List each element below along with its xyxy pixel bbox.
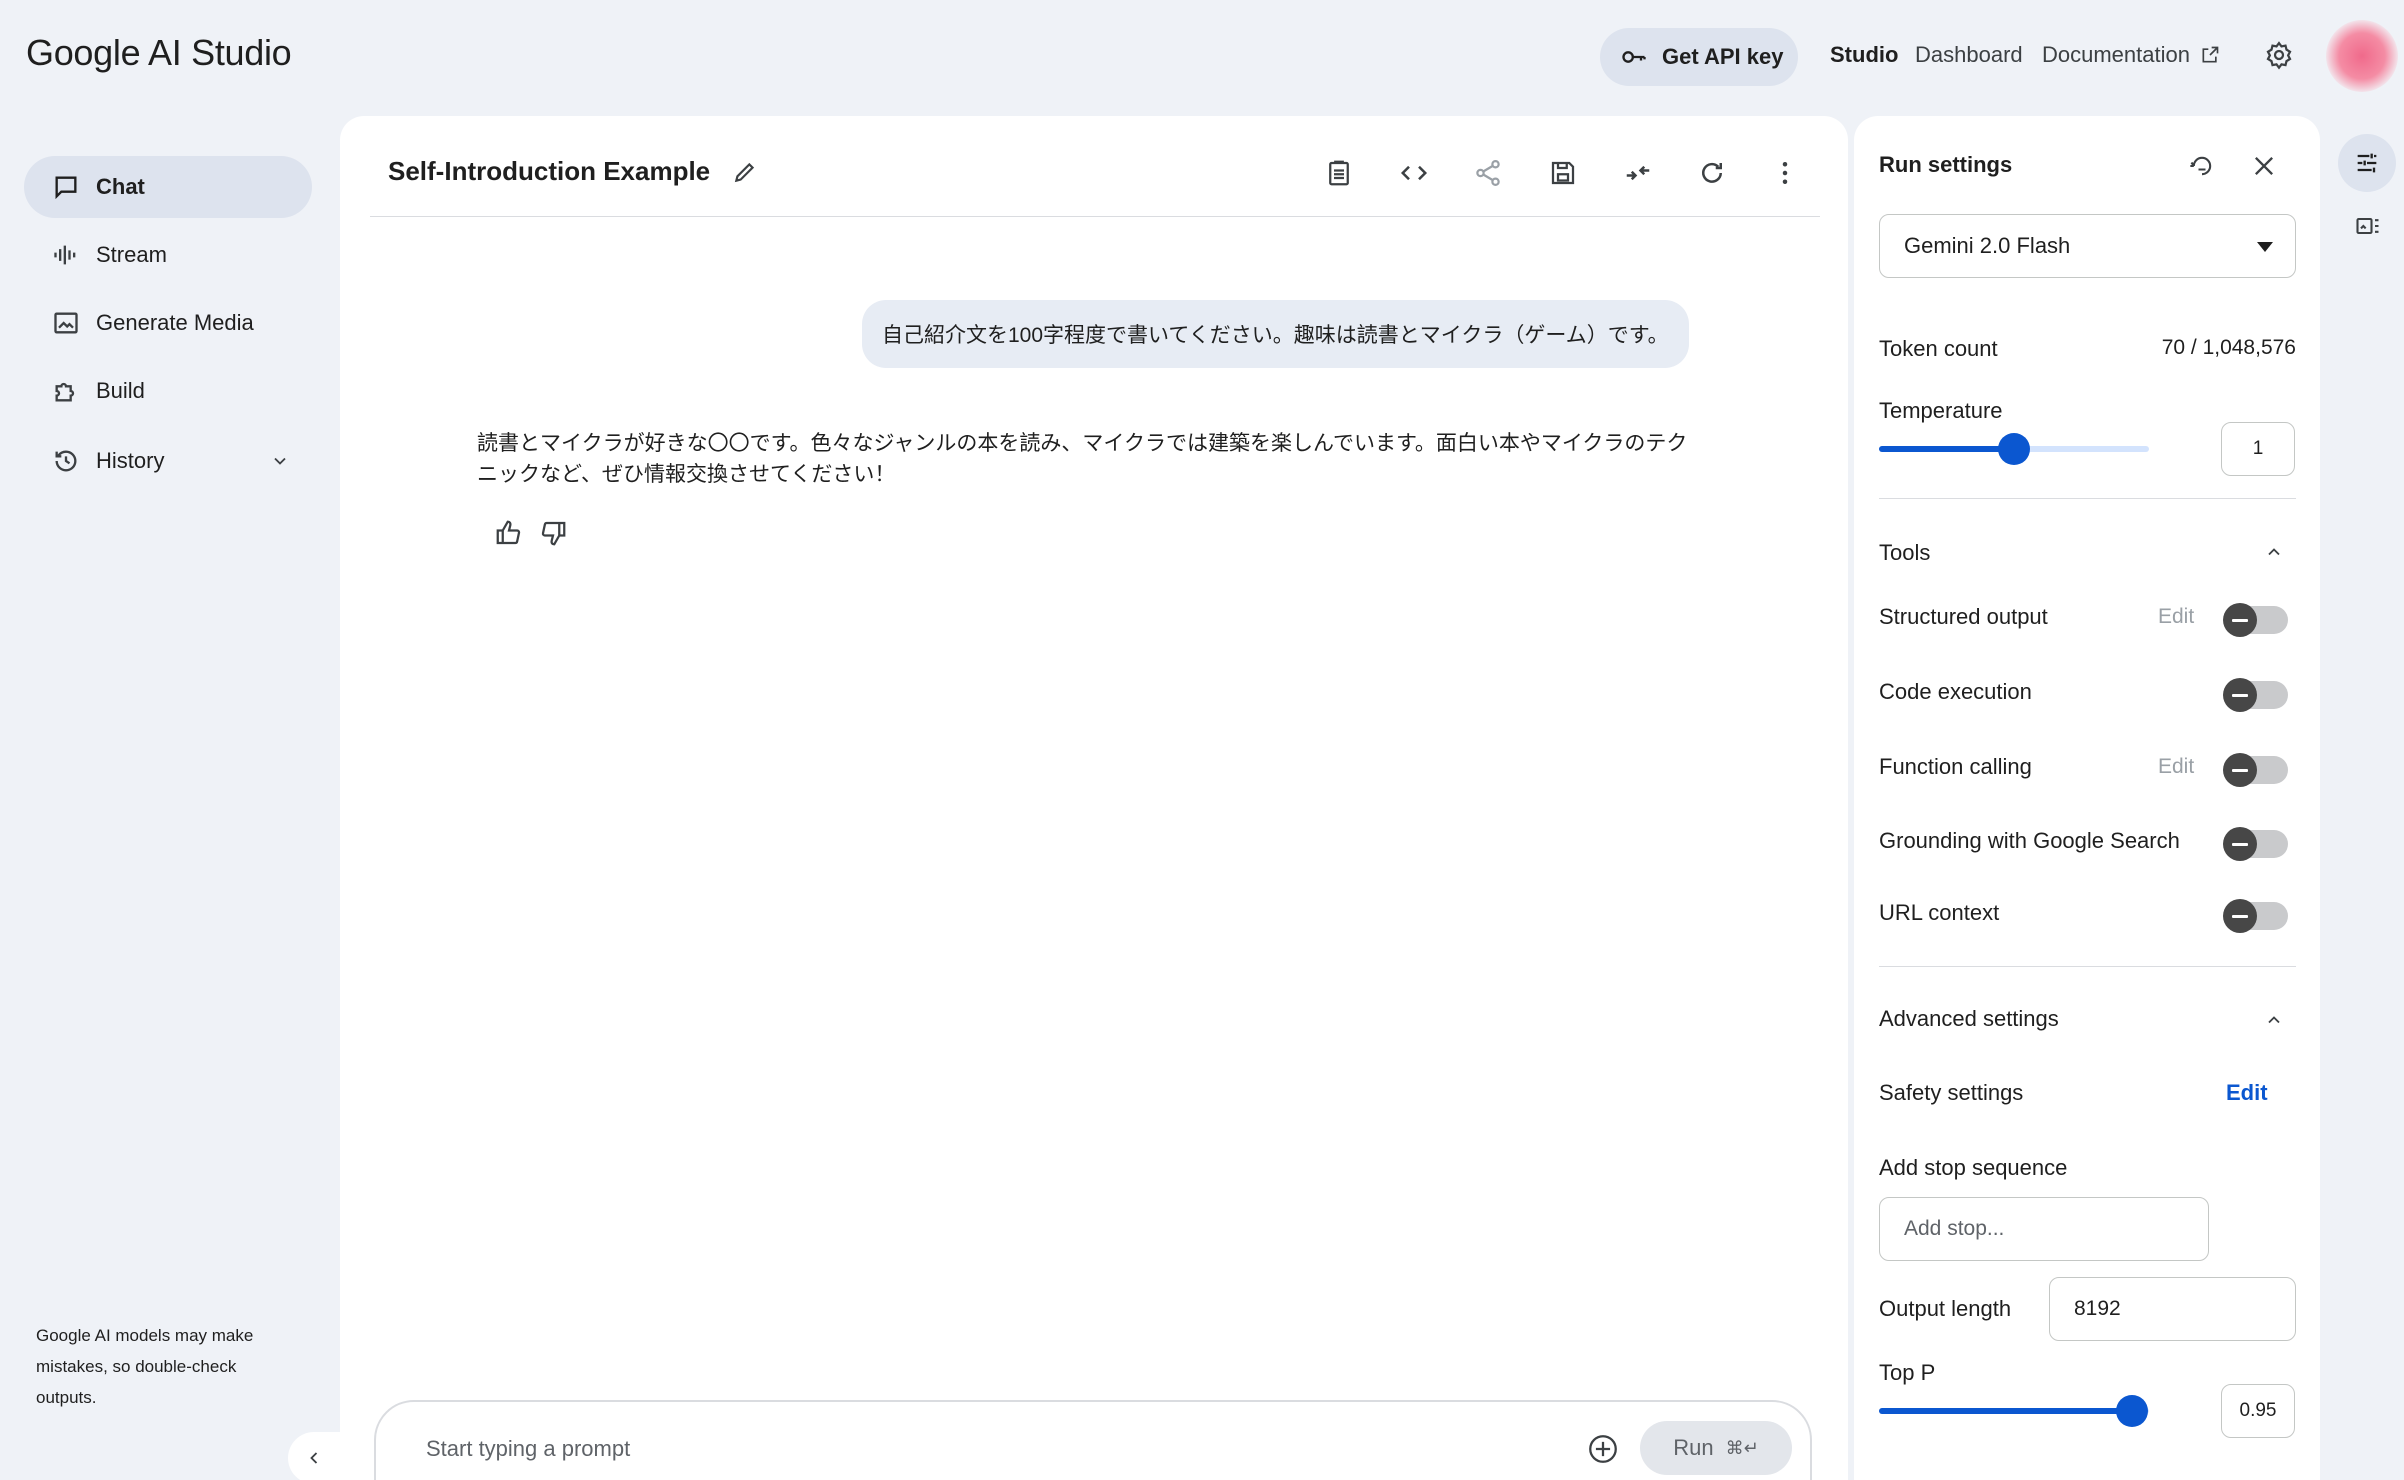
get-api-key-label: Get API key [1662, 44, 1784, 69]
temperature-label: Temperature [1879, 398, 2003, 423]
title-divider [370, 216, 1820, 217]
nav-documentation-label: Documentation [2042, 42, 2190, 67]
chevron-up-icon[interactable] [2264, 542, 2284, 562]
output-length-input[interactable] [2049, 1277, 2296, 1341]
close-icon[interactable] [2250, 152, 2278, 180]
edit-title-pencil-icon[interactable] [732, 159, 758, 185]
nav-documentation[interactable]: Documentation [2042, 42, 2220, 68]
temperature-input[interactable]: 1 [2221, 422, 2295, 476]
tool-grounding-label: Grounding with Google Search [1879, 828, 2180, 853]
safety-settings-label: Safety settings [1879, 1080, 2024, 1105]
output-length-label: Output length [1879, 1296, 2012, 1321]
chevron-up-icon[interactable] [2264, 1010, 2284, 1030]
save-icon[interactable] [1548, 158, 1578, 188]
stop-sequence-input[interactable] [1879, 1197, 2209, 1261]
disclaimer-text: Google AI models may make mistakes, so d… [36, 1326, 254, 1407]
sidebar-item-label: Chat [96, 174, 145, 199]
structured-output-edit-link[interactable]: Edit [2158, 605, 2194, 629]
run-settings-panel [1854, 116, 2320, 1480]
nav-dashboard[interactable]: Dashboard [1915, 42, 2023, 68]
sidebar-item-chat[interactable]: Chat [24, 156, 312, 218]
collapse-sidebar-button[interactable] [288, 1432, 340, 1480]
toggle-off-knob [2223, 899, 2257, 933]
sidebar-item-label: Generate Media [96, 310, 254, 335]
temperature-slider-fill [1879, 446, 2014, 452]
temperature-slider-thumb[interactable] [1998, 433, 2030, 465]
sidebar-item-build[interactable]: Build [24, 360, 312, 422]
reset-settings-icon[interactable] [2188, 152, 2216, 180]
chat-title-text: Self-Introduction Example [388, 156, 711, 186]
stop-sequence-label: Add stop sequence [1879, 1155, 2068, 1180]
toggle-off-knob [2223, 753, 2257, 787]
section-divider [1879, 498, 2296, 499]
sidebar-item-label: Stream [96, 242, 167, 267]
side-panel-icon[interactable] [2354, 212, 2382, 240]
code-execution-toggle[interactable] [2223, 678, 2288, 712]
refresh-icon[interactable] [1697, 158, 1727, 188]
function-calling-edit-link[interactable]: Edit [2158, 755, 2194, 779]
sidebar-item-generate-media[interactable]: Generate Media [24, 292, 312, 354]
toggle-off-knob [2223, 603, 2257, 637]
safety-settings-edit-link[interactable]: Edit [2226, 1080, 2268, 1106]
tool-code-execution-label: Code execution [1879, 679, 2032, 704]
tune-icon [2353, 149, 2381, 177]
thumbs-down-icon[interactable] [538, 518, 568, 548]
settings-gear-icon[interactable] [2264, 40, 2294, 70]
top-p-label: Top P [1879, 1360, 1936, 1385]
thumbs-up-icon[interactable] [494, 518, 524, 548]
chat-icon [52, 173, 80, 201]
model-select[interactable]: Gemini 2.0 Flash [1879, 214, 2296, 278]
tool-url-context-label: URL context [1879, 900, 2000, 925]
code-icon[interactable] [1399, 158, 1429, 188]
model-response: 読書とマイクラが好きな〇〇です。色々なジャンルの本を読み、マイクラでは建築を楽し… [477, 432, 1688, 486]
advanced-settings-label[interactable]: Advanced settings [1879, 1006, 2059, 1032]
chevron-down-icon[interactable] [270, 451, 290, 471]
run-shortcut: ⌘↵ [1725, 1437, 1759, 1458]
prompt-input[interactable] [426, 1434, 1526, 1464]
sidebar-item-label: Build [96, 378, 145, 403]
chevron-left-icon [304, 1448, 324, 1468]
section-divider [1879, 966, 2296, 967]
model-select-value: Gemini 2.0 Flash [1904, 233, 2071, 258]
toggle-off-knob [2223, 827, 2257, 861]
run-settings-toggle-button[interactable] [2338, 134, 2396, 192]
token-count-value: 70 / 1,048,576 [2161, 336, 2296, 359]
run-settings-title: Run settings [1879, 152, 2013, 177]
sidebar-item-label: History [96, 448, 165, 473]
sidebar-item-stream[interactable]: Stream [24, 224, 312, 286]
tool-function-calling-label: Function calling [1879, 754, 2032, 779]
grounding-toggle[interactable] [2223, 827, 2288, 861]
top-p-slider-fill [1879, 1408, 2131, 1414]
image-icon [52, 309, 80, 337]
top-p-slider-thumb[interactable] [2116, 1395, 2148, 1427]
structured-output-toggle[interactable] [2223, 603, 2288, 637]
caret-down-icon [2257, 242, 2273, 252]
sidebar-item-history[interactable]: History [24, 430, 312, 492]
app-logo[interactable]: Google AI Studio [26, 32, 292, 74]
key-icon [1620, 43, 1648, 71]
top-p-input[interactable]: 0.95 [2221, 1384, 2295, 1438]
get-api-key-button[interactable]: Get API key [1600, 28, 1798, 86]
toggle-off-knob [2223, 678, 2257, 712]
run-label: Run [1673, 1435, 1714, 1460]
tools-section-label[interactable]: Tools [1879, 540, 1930, 566]
function-calling-toggle[interactable] [2223, 753, 2288, 787]
chat-title: Self-Introduction Example [388, 156, 758, 187]
share-icon[interactable] [1473, 158, 1503, 188]
token-count-label: Token count [1879, 336, 1998, 361]
open-external-icon [2200, 45, 2220, 65]
waveform-icon [52, 241, 80, 269]
add-media-plus-icon[interactable] [1586, 1432, 1620, 1466]
run-button[interactable]: Run ⌘↵ [1640, 1421, 1792, 1475]
more-options-icon[interactable] [1770, 158, 1800, 188]
tool-structured-output-label: Structured output [1879, 604, 2048, 629]
url-context-toggle[interactable] [2223, 899, 2288, 933]
nav-studio[interactable]: Studio [1830, 42, 1898, 68]
history-icon [52, 447, 80, 475]
compare-icon[interactable] [1623, 158, 1653, 188]
view-prompt-icon[interactable] [1324, 158, 1354, 188]
puzzle-icon [52, 377, 80, 405]
user-message: 自己紹介文を100字程度で書いてください。趣味は読書とマイクラ（ゲーム）です。 [862, 300, 1689, 368]
user-avatar[interactable] [2326, 20, 2398, 92]
